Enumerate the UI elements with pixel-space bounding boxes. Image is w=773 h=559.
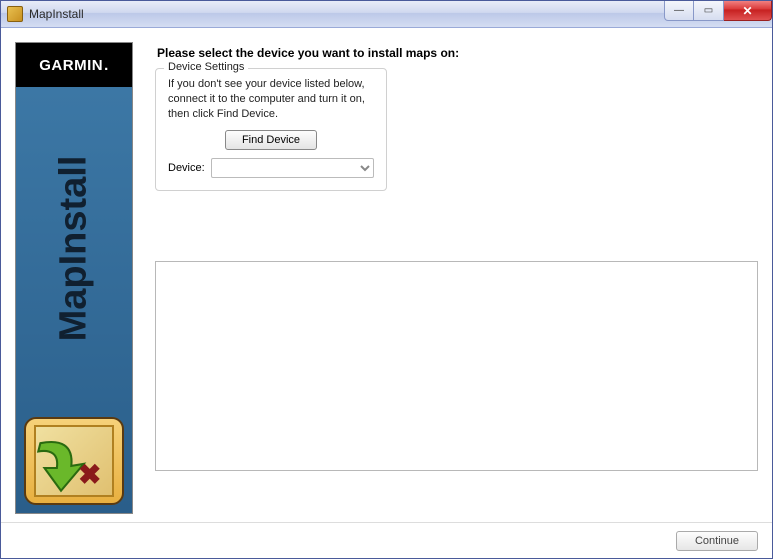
brand-suffix: . [104,57,109,74]
app-icon [7,6,23,22]
product-name: MapInstall [53,155,96,341]
device-label: Device: [168,162,205,174]
footer-bar: Continue [1,522,772,558]
content-pane: Please select the device you want to ins… [155,42,758,514]
close-button[interactable]: ✕ [724,1,772,21]
brand-text: GARMIN [39,57,103,74]
app-window: MapInstall — ▭ ✕ GARMIN. MapInstall [0,0,773,559]
titlebar[interactable]: MapInstall — ▭ ✕ [1,1,772,28]
device-instruction-text: If you don't see your device listed belo… [168,77,374,122]
client-area: GARMIN. MapInstall ✖ [1,28,772,558]
output-panel [155,261,758,471]
device-row: Device: [168,158,374,178]
device-settings-legend: Device Settings [164,61,248,73]
device-select[interactable] [211,158,374,178]
page-heading: Please select the device you want to ins… [157,46,758,60]
sidebar-banner: GARMIN. MapInstall ✖ [15,42,133,514]
brand-logo: GARMIN. [16,43,132,87]
main-area: GARMIN. MapInstall ✖ [1,28,772,522]
minimize-button[interactable]: — [664,1,694,21]
device-settings-group: Device Settings If you don't see your de… [155,68,387,191]
find-device-button[interactable]: Find Device [225,130,317,150]
sidebar-map-icon-wrap: ✖ [16,409,132,513]
map-install-icon: ✖ [24,417,124,505]
x-mark-icon: ✖ [78,463,104,489]
maximize-button[interactable]: ▭ [694,1,724,21]
continue-button[interactable]: Continue [676,531,758,551]
product-name-area: MapInstall [16,87,132,409]
window-title: MapInstall [29,7,84,21]
window-controls: — ▭ ✕ [664,1,772,21]
